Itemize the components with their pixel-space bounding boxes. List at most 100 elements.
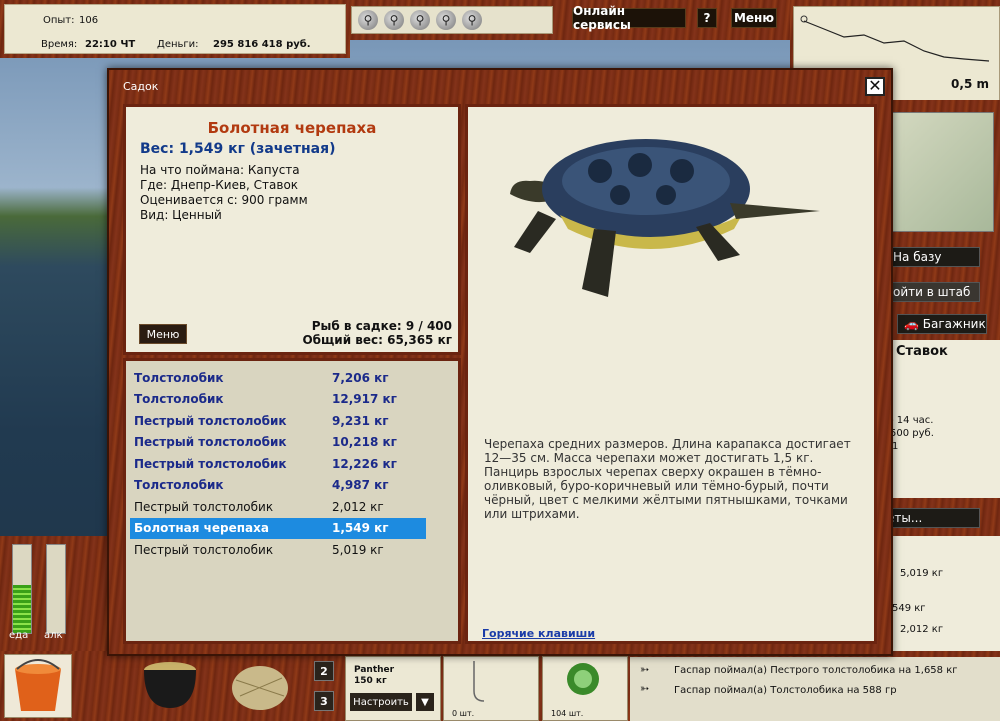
location-line: 500 руб.: [890, 428, 934, 439]
catch-name: Толстолобик: [134, 370, 224, 385]
keepnet-total: Общий вес: 65,365 кг: [302, 333, 452, 347]
depth-value: 0,5 m: [951, 77, 989, 91]
catch-row[interactable]: Пестрый толстолобик 5,019 кг: [130, 539, 426, 561]
catch-row[interactable]: Болотная черепаха 1,549 кг: [130, 517, 426, 539]
hook-icon[interactable]: ⚲: [462, 10, 482, 30]
location-title: Ставок: [896, 344, 948, 359]
fish-description: Черепаха средних размеров. Длина карапак…: [484, 437, 851, 521]
fish-weight: Вес: 1,549 кг (зачетная): [140, 141, 336, 157]
bucket-icon: [15, 659, 61, 711]
bucket-slot[interactable]: [4, 654, 72, 718]
exp-label: Опыт:: [43, 15, 75, 26]
lure-name: Panther: [354, 665, 395, 675]
help-button[interactable]: ?: [697, 8, 717, 28]
dropdown-button[interactable]: ▼: [416, 693, 434, 711]
rated-info: Оценивается с: 900 грамм: [140, 193, 308, 207]
hook-icon[interactable]: ⚲: [436, 10, 456, 30]
catch-weight: 2,012 кг: [332, 499, 384, 514]
location-panel: Ставок - 14 час. 500 руб. 1: [886, 340, 1000, 498]
chat-log: ➳ Гаспар поймал(а) Пестрого толстолобика…: [630, 657, 1000, 721]
catch-row[interactable]: Пестрый толстолобик 2,012 кг: [130, 496, 426, 518]
catch-name: Пестрый толстолобик: [134, 435, 287, 450]
map-thumbnail[interactable]: [888, 112, 994, 232]
catch-weight: 12,226 кг: [332, 456, 397, 471]
online-services-button[interactable]: Онлайн сервисы: [572, 4, 686, 32]
catch-weight: 10,218 кг: [332, 435, 397, 450]
feed-weight: 2,012 кг: [900, 624, 944, 635]
catch-list: Толстолобик 7,206 кг Толстолобик 12,917 кг П…: [123, 358, 461, 644]
catch-row[interactable]: Толстолобик 12,917 кг: [130, 389, 426, 411]
catch-name: Пестрый толстолобик: [134, 499, 274, 514]
catch-weight: 5,019 кг: [332, 542, 384, 557]
catch-name: Толстолобик: [134, 392, 224, 407]
lure-weight: 150 кг: [354, 676, 387, 686]
dialog-title: Садок: [123, 80, 159, 93]
hook-slot[interactable]: 0 шт.: [443, 656, 539, 721]
catch-weight: 7,206 кг: [332, 370, 389, 385]
alcohol-label: алк: [44, 630, 63, 641]
feed-weight: 549 кг: [892, 603, 926, 614]
food-label: еда: [9, 630, 29, 641]
catch-name: Толстолобик: [134, 478, 224, 493]
place-info: Где: Днепр-Киев, Ставок: [140, 178, 299, 192]
trunk-button[interactable]: 🚗 Багажник: [897, 314, 987, 334]
dialog-titlebar: Садок ✕: [109, 70, 891, 100]
location-line: - 14 час.: [890, 415, 934, 426]
catch-weight: 1,549 кг: [332, 521, 389, 536]
hook-icon[interactable]: ⚲: [384, 10, 404, 30]
tickets-button[interactable]: еты...: [880, 508, 980, 528]
fish-menu-button[interactable]: Меню: [139, 324, 187, 344]
food-fill: [13, 584, 31, 633]
description-panel: Черепаха средних размеров. Длина карапак…: [465, 104, 877, 644]
money-label: Деньги:: [157, 39, 199, 50]
catch-feed-panel: 5,019 кг 549 кг 2,012 кг: [886, 536, 1000, 651]
time-value: 22:10 ЧТ: [85, 39, 136, 50]
catch-name: Пестрый толстолобик: [134, 456, 287, 471]
feed-weight: 5,019 кг: [900, 568, 944, 579]
catch-name: Болотная черепаха: [134, 521, 269, 536]
catch-row[interactable]: Толстолобик 7,206 кг: [130, 367, 426, 389]
fish-icon: ➳: [640, 682, 650, 695]
catch-name: Пестрый толстолобик: [134, 542, 274, 557]
bait-info: На что поймана: Капуста: [140, 163, 300, 177]
slot-2-button[interactable]: 2: [314, 661, 334, 681]
keepnet-count: Рыб в садке: 9 / 400: [311, 319, 452, 333]
turtle-image: [510, 139, 820, 297]
exp-value: 106: [79, 15, 99, 26]
hook-icon[interactable]: ⚲: [358, 10, 378, 30]
keepnet-dialog: Садок ✕ Болотная черепаха Вес: 1,549 кг …: [107, 68, 893, 656]
bait-count: 104 шт.: [551, 709, 584, 718]
catch-row[interactable]: Пестрый толстолобик 12,226 кг: [130, 453, 426, 475]
hotkeys-link[interactable]: Горячие клавиши: [482, 627, 595, 640]
catch-weight: 9,231 кг: [332, 413, 389, 428]
catch-weight: 12,917 кг: [332, 392, 397, 407]
fish-name: Болотная черепаха: [207, 119, 377, 137]
alcohol-bar: [46, 544, 66, 634]
log-line: Гаспар поймал(а) Пестрого толстолобика н…: [674, 665, 958, 676]
hook-icon[interactable]: ⚲: [410, 10, 430, 30]
catch-weight: 4,987 кг: [332, 478, 389, 493]
car-icon: 🚗: [904, 317, 923, 331]
log-line: Гаспар поймал(а) Толстолобика на 588 гр: [674, 685, 897, 696]
fish-icon: ➳: [640, 663, 650, 676]
food-bar: [12, 544, 32, 634]
pot-icon[interactable]: [138, 656, 202, 716]
location-line: 1: [892, 441, 899, 452]
hook-count: 0 шт.: [452, 709, 475, 718]
catch-row[interactable]: Толстолобик 4,987 кг: [130, 475, 426, 497]
fish-info-panel: Болотная черепаха Вес: 1,549 кг (зачетна…: [123, 104, 461, 355]
close-button[interactable]: ✕: [865, 77, 885, 96]
to-base-button[interactable]: На базу: [886, 247, 980, 267]
catch-row[interactable]: Пестрый толстолобик 9,231 кг: [130, 410, 426, 432]
net-icon[interactable]: [226, 656, 292, 716]
go-hq-button[interactable]: ойти в штаб: [886, 282, 980, 302]
stats-panel: Опыт: 106 Время: 22:10 ЧТ Деньги: 295 81…: [0, 0, 350, 58]
setup-button[interactable]: Настроить: [350, 693, 412, 711]
catch-row[interactable]: Пестрый толстолобик 10,218 кг: [130, 432, 426, 454]
catch-name: Пестрый толстолобик: [134, 413, 287, 428]
menu-button[interactable]: Меню: [731, 8, 777, 28]
slot-3-button[interactable]: 3: [314, 691, 334, 711]
lure-slot[interactable]: Panther 150 кг Настроить ▼: [345, 656, 441, 721]
kind-info: Вид: Ценный: [140, 208, 222, 222]
bait-slot[interactable]: 104 шт.: [542, 656, 628, 721]
